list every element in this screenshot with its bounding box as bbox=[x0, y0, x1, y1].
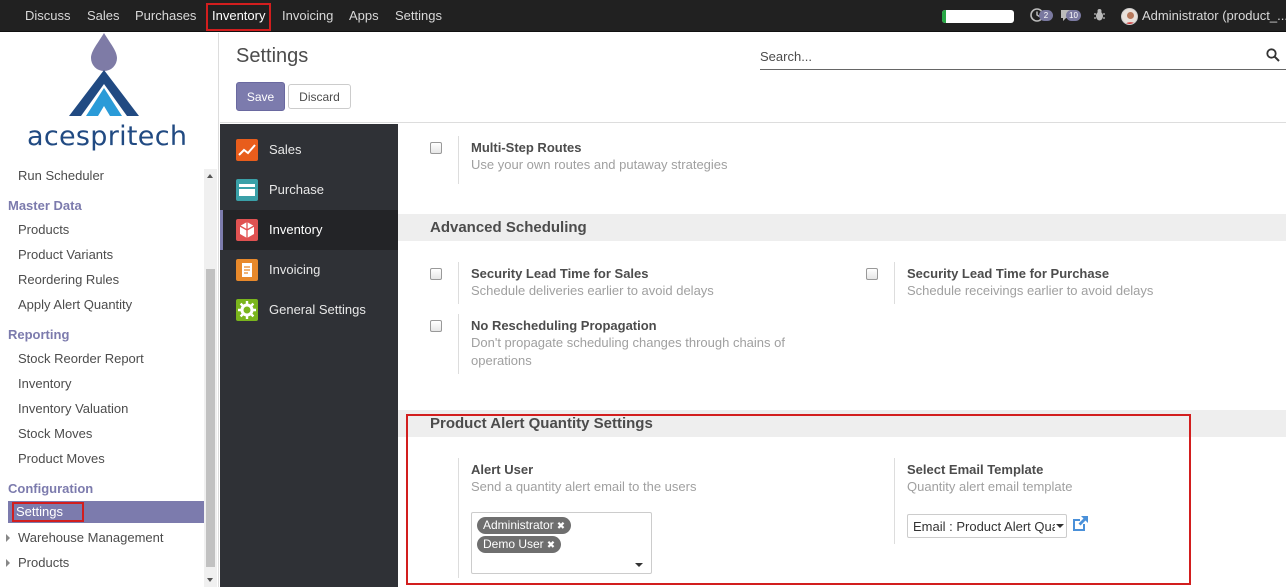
search-bar bbox=[760, 45, 1286, 70]
sidebar-item-stock-moves[interactable]: Stock Moves bbox=[18, 426, 92, 441]
menu-settings[interactable]: Settings bbox=[395, 0, 442, 32]
top-navbar: Discuss Sales Purchases Inventory Invoic… bbox=[0, 0, 1286, 32]
message-count-badge: 10 bbox=[1066, 10, 1081, 21]
scroll-down-icon[interactable] bbox=[207, 578, 213, 582]
multi-step-routes-title: Multi-Step Routes bbox=[471, 140, 582, 155]
sidebar-item-products[interactable]: Products bbox=[18, 222, 69, 237]
purchase-card-icon bbox=[236, 179, 258, 201]
gear-icon bbox=[236, 299, 258, 321]
save-button[interactable]: Save bbox=[236, 82, 285, 111]
option-divider bbox=[458, 314, 459, 374]
left-sidebar: acespritech Run Scheduler Master Data Pr… bbox=[0, 33, 219, 587]
option-divider bbox=[894, 262, 895, 304]
lead-time-purchase-checkbox[interactable] bbox=[866, 268, 878, 280]
caret-right-icon bbox=[6, 534, 10, 542]
sidebar-item-reordering-rules[interactable]: Reordering Rules bbox=[18, 272, 119, 287]
no-rescheduling-checkbox[interactable] bbox=[430, 320, 442, 332]
caret-right-icon bbox=[6, 559, 10, 567]
loading-progress-bar bbox=[942, 10, 1014, 23]
sidebar-item-config-products[interactable]: Products bbox=[18, 555, 69, 570]
app-tab-general-settings[interactable]: General Settings bbox=[220, 290, 398, 330]
menu-purchases[interactable]: Purchases bbox=[135, 0, 196, 32]
app-tab-label: General Settings bbox=[269, 302, 366, 317]
option-divider bbox=[458, 262, 459, 304]
user-avatar[interactable] bbox=[1121, 8, 1138, 25]
lead-time-sales-desc: Schedule deliveries earlier to avoid del… bbox=[471, 283, 714, 298]
inventory-box-icon bbox=[236, 219, 258, 241]
advanced-scheduling-title: Advanced Scheduling bbox=[430, 219, 587, 236]
settings-app-list: Sales Purchase Inventory Invoicing Gener… bbox=[220, 124, 398, 587]
search-input[interactable] bbox=[760, 45, 1250, 67]
menu-sales[interactable]: Sales bbox=[87, 0, 120, 32]
scrollbar-thumb[interactable] bbox=[206, 269, 215, 567]
sidebar-item-warehouse-management[interactable]: Warehouse Management bbox=[18, 530, 164, 545]
advanced-scheduling-header: Advanced Scheduling bbox=[398, 214, 1286, 241]
app-tab-purchase[interactable]: Purchase bbox=[220, 170, 398, 210]
sidebar-item-apply-alert-quantity[interactable]: Apply Alert Quantity bbox=[18, 297, 132, 312]
user-menu[interactable]: Administrator (product_... bbox=[1142, 0, 1286, 32]
lead-time-purchase-title: Security Lead Time for Purchase bbox=[907, 266, 1110, 281]
logo-text: acespritech bbox=[27, 121, 188, 152]
lead-time-sales-checkbox[interactable] bbox=[430, 268, 442, 280]
app-tab-label: Invoicing bbox=[269, 262, 321, 277]
scroll-up-icon[interactable] bbox=[207, 174, 213, 178]
app-tab-inventory[interactable]: Inventory bbox=[220, 210, 398, 250]
sales-chart-icon bbox=[236, 139, 258, 161]
app-tab-label: Purchase bbox=[269, 182, 324, 197]
app-tab-label: Sales bbox=[269, 142, 302, 157]
sidebar-item-run-scheduler[interactable]: Run Scheduler bbox=[18, 168, 104, 183]
app-tab-label: Inventory bbox=[269, 222, 323, 237]
sidebar-item-product-variants[interactable]: Product Variants bbox=[18, 247, 113, 262]
discard-button[interactable]: Discard bbox=[288, 84, 351, 109]
invoice-document-icon bbox=[236, 259, 258, 281]
menu-apps[interactable]: Apps bbox=[349, 0, 379, 32]
sidebar-item-inventory-valuation[interactable]: Inventory Valuation bbox=[18, 401, 128, 416]
sidebar-item-inventory[interactable]: Inventory bbox=[18, 376, 71, 391]
menu-discuss[interactable]: Discuss bbox=[25, 0, 71, 32]
sidebar-item-product-moves[interactable]: Product Moves bbox=[18, 451, 105, 466]
sidebar-item-settings-label: Settings bbox=[12, 502, 84, 522]
sidebar-item-settings[interactable]: Settings bbox=[8, 501, 204, 523]
no-rescheduling-title: No Rescheduling Propagation bbox=[471, 318, 657, 333]
multi-step-routes-checkbox[interactable] bbox=[430, 142, 442, 154]
app-tab-invoicing[interactable]: Invoicing bbox=[220, 250, 398, 290]
sidebar-section-master-data: Master Data bbox=[8, 198, 82, 213]
menu-inventory[interactable]: Inventory bbox=[206, 3, 272, 31]
sidebar-scrollbar[interactable] bbox=[204, 169, 217, 587]
lead-time-sales-title: Security Lead Time for Sales bbox=[471, 266, 649, 281]
highlight-box bbox=[406, 414, 1191, 585]
control-panel: Settings Save Discard bbox=[220, 33, 1286, 123]
settings-content: Multi-Step Routes Use your own routes an… bbox=[398, 124, 1286, 587]
search-icon[interactable] bbox=[1266, 48, 1280, 62]
multi-step-routes-desc: Use your own routes and putaway strategi… bbox=[471, 157, 728, 172]
no-rescheduling-desc: Don't propagate scheduling changes throu… bbox=[471, 335, 785, 368]
lead-time-purchase-desc: Schedule receivings earlier to avoid del… bbox=[907, 283, 1154, 298]
sidebar-section-reporting: Reporting bbox=[8, 327, 70, 342]
activity-count-badge: 2 bbox=[1039, 10, 1053, 21]
option-divider bbox=[458, 136, 459, 184]
page-title: Settings bbox=[236, 45, 309, 67]
menu-invoicing[interactable]: Invoicing bbox=[282, 0, 333, 32]
sidebar-item-stock-reorder-report[interactable]: Stock Reorder Report bbox=[18, 351, 144, 366]
sidebar-section-configuration: Configuration bbox=[8, 481, 94, 496]
app-tab-sales[interactable]: Sales bbox=[220, 130, 398, 170]
debug-bug-icon[interactable] bbox=[1093, 8, 1107, 24]
